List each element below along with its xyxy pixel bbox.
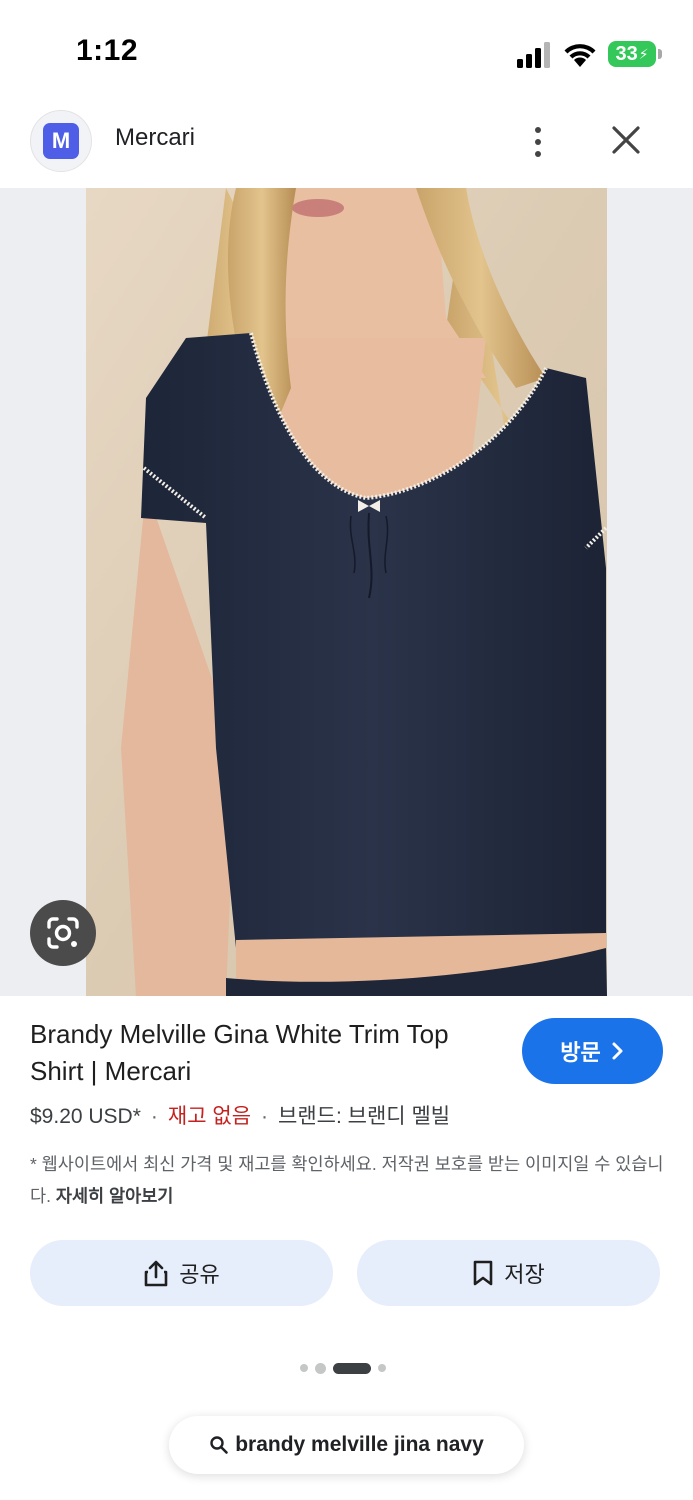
save-label: 저장 [504, 1262, 545, 1287]
separator: · [261, 1105, 269, 1128]
lens-button[interactable] [30, 900, 96, 966]
charging-bolt-icon: ⚡ [638, 45, 649, 62]
search-query-pill[interactable]: brandy melville jina navy [169, 1416, 524, 1474]
pager-dot[interactable] [315, 1362, 326, 1374]
battery-icon: 33 ⚡ [608, 41, 656, 67]
image-pager [300, 1362, 386, 1374]
visit-button[interactable]: 방문 [522, 1018, 663, 1084]
separator: · [150, 1105, 158, 1128]
visit-label: 방문 [560, 1040, 601, 1065]
product-photo [86, 188, 607, 996]
more-vert-dot [535, 151, 541, 157]
pager-dot[interactable] [300, 1364, 308, 1372]
save-button[interactable]: 저장 [357, 1240, 660, 1306]
pager-dot[interactable] [378, 1364, 386, 1372]
source-header: M Mercari [0, 100, 693, 190]
product-title[interactable]: Brandy Melville Gina White Trim Top Shir… [30, 1016, 500, 1090]
lens-icon [47, 917, 79, 949]
site-name[interactable]: Mercari [115, 124, 195, 152]
pager-dot-active[interactable] [333, 1362, 371, 1374]
more-options-button[interactable] [520, 120, 556, 164]
bookmark-icon [473, 1260, 493, 1286]
share-label: 공유 [179, 1262, 220, 1287]
search-query: brandy melville jina navy [235, 1433, 484, 1456]
share-icon [144, 1260, 168, 1287]
stock-status: 재고 없음 [167, 1105, 252, 1128]
search-icon [210, 1436, 228, 1454]
google-image-detail-page: 1:12 33 ⚡ M Mercari Brandy Melville Gina… [0, 0, 693, 1500]
more-vert-icon [535, 127, 541, 133]
product-meta: $9.20 USD* · 재고 없음 · 브랜드: 브랜디 멜빌 [30, 1100, 450, 1130]
image-preview[interactable] [0, 188, 693, 996]
disclaimer: * 웹사이트에서 최신 가격 및 재고를 확인하세요. 저작권 보호를 받는 이… [30, 1148, 666, 1212]
signal-icon [517, 42, 550, 68]
brand: 브랜드: 브랜디 멜빌 [278, 1105, 451, 1128]
mercari-logo-icon: M [43, 123, 79, 159]
close-icon[interactable] [606, 120, 646, 160]
learn-more-link[interactable]: 자세히 알아보기 [56, 1186, 174, 1206]
status-bar: 1:12 33 ⚡ [0, 0, 693, 100]
price: $9.20 USD* [30, 1105, 141, 1128]
status-time: 1:12 [76, 34, 139, 67]
battery-level: 33 [615, 42, 638, 65]
chevron-right-icon [612, 1042, 623, 1060]
more-vert-dot [535, 139, 541, 145]
share-button[interactable]: 공유 [30, 1240, 333, 1306]
wifi-icon [564, 44, 596, 67]
battery-tip [658, 49, 662, 59]
site-logo[interactable]: M [30, 110, 92, 172]
